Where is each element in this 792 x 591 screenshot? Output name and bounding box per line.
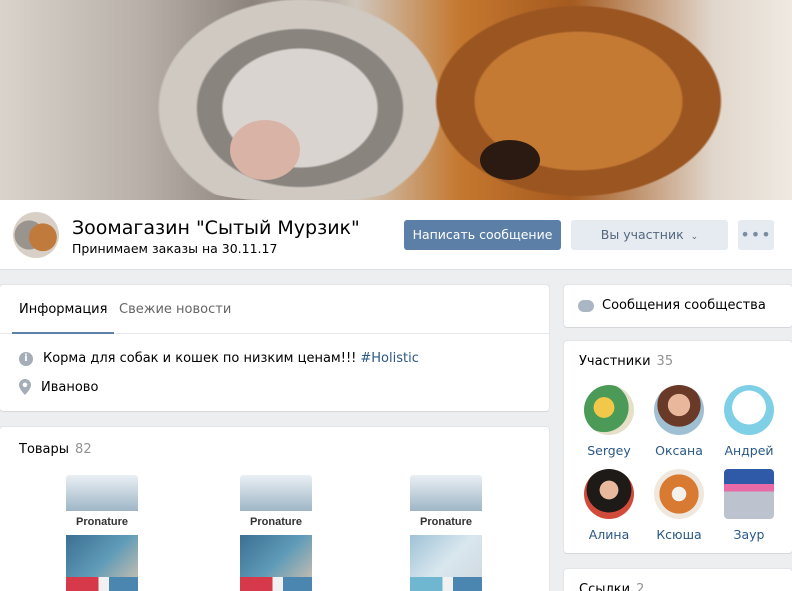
- avatar: [584, 469, 634, 519]
- links-header[interactable]: Ссылки 2: [579, 582, 644, 591]
- community-messages-card: Сообщения сообщества: [564, 285, 792, 327]
- chat-bubble-icon: [578, 299, 594, 312]
- cover-image: [0, 0, 792, 200]
- product-item[interactable]: Pronature: [240, 475, 312, 591]
- goods-title: Товары: [19, 442, 70, 457]
- location-pin-icon: [19, 379, 31, 395]
- links-title: Ссылки: [579, 582, 631, 591]
- tab-latest-news[interactable]: Свежие новости: [119, 285, 231, 334]
- member-item[interactable]: Ксюша: [644, 469, 714, 542]
- info-icon: i: [19, 351, 33, 366]
- product-brand: Pronature: [250, 516, 302, 528]
- group-status: Принимаем заказы на 30.11.17: [72, 241, 278, 256]
- avatar: [584, 385, 634, 435]
- member-name: Алина: [588, 527, 630, 542]
- membership-button[interactable]: Вы участник ⌄: [571, 220, 728, 250]
- community-messages-label: Сообщения сообщества: [602, 298, 766, 313]
- member-item[interactable]: Андрей: [714, 385, 784, 458]
- group-name: Зоомагазин "Сытый Мурзик": [72, 217, 360, 239]
- chevron-down-icon: ⌄: [690, 232, 699, 242]
- avatar: [654, 469, 704, 519]
- member-name: Заур: [733, 527, 765, 542]
- links-count: 2: [636, 582, 645, 591]
- description-text: Корма для собак и кошек по низким ценам!…: [43, 351, 357, 366]
- members-header[interactable]: Участники 35: [579, 354, 673, 369]
- tab-information[interactable]: Информация: [12, 285, 115, 334]
- member-name: Ксюша: [656, 527, 702, 542]
- product-item[interactable]: Pronature: [66, 475, 138, 591]
- member-name: Оксана: [655, 443, 703, 458]
- member-item[interactable]: Алина: [574, 469, 644, 542]
- goods-header[interactable]: Товары 82: [19, 442, 92, 457]
- member-item[interactable]: Оксана: [644, 385, 714, 458]
- member-name: Андрей: [724, 443, 774, 458]
- member-item[interactable]: Sergey: [574, 385, 644, 458]
- members-title: Участники: [579, 354, 651, 369]
- city-text: Иваново: [41, 379, 99, 395]
- avatar: [654, 385, 704, 435]
- more-actions-button[interactable]: •••: [738, 220, 774, 250]
- members-count: 35: [656, 354, 674, 369]
- group-avatar[interactable]: [13, 212, 59, 258]
- product-brand: Pronature: [76, 516, 128, 528]
- members-card: Участники 35 Sergey Оксана Андрей Алина К…: [564, 341, 792, 553]
- tab-bar: Информация Свежие новости: [0, 285, 549, 334]
- write-message-button[interactable]: Написать сообщение: [404, 220, 561, 250]
- member-item[interactable]: Заур: [714, 469, 784, 542]
- links-card: Ссылки 2: [564, 569, 792, 591]
- goods-count: 82: [75, 442, 92, 457]
- product-item[interactable]: Pronature: [410, 475, 482, 591]
- community-messages-link[interactable]: Сообщения сообщества: [578, 298, 766, 313]
- hashtag-link[interactable]: #Holistic: [360, 351, 418, 366]
- product-brand: Pronature: [420, 516, 472, 528]
- avatar: [724, 385, 774, 435]
- info-card: Информация Свежие новости i Корма для со…: [0, 285, 549, 411]
- membership-label: Вы участник: [600, 227, 684, 242]
- avatar: [724, 469, 774, 519]
- city-row: Иваново: [19, 379, 98, 395]
- member-name: Sergey: [587, 443, 631, 458]
- description-row: i Корма для собак и кошек по низким цена…: [19, 351, 419, 366]
- group-header: Зоомагазин "Сытый Мурзик" Принимаем зака…: [0, 200, 792, 270]
- goods-card: Товары 82 Pronature Pronature Pronature: [0, 427, 549, 591]
